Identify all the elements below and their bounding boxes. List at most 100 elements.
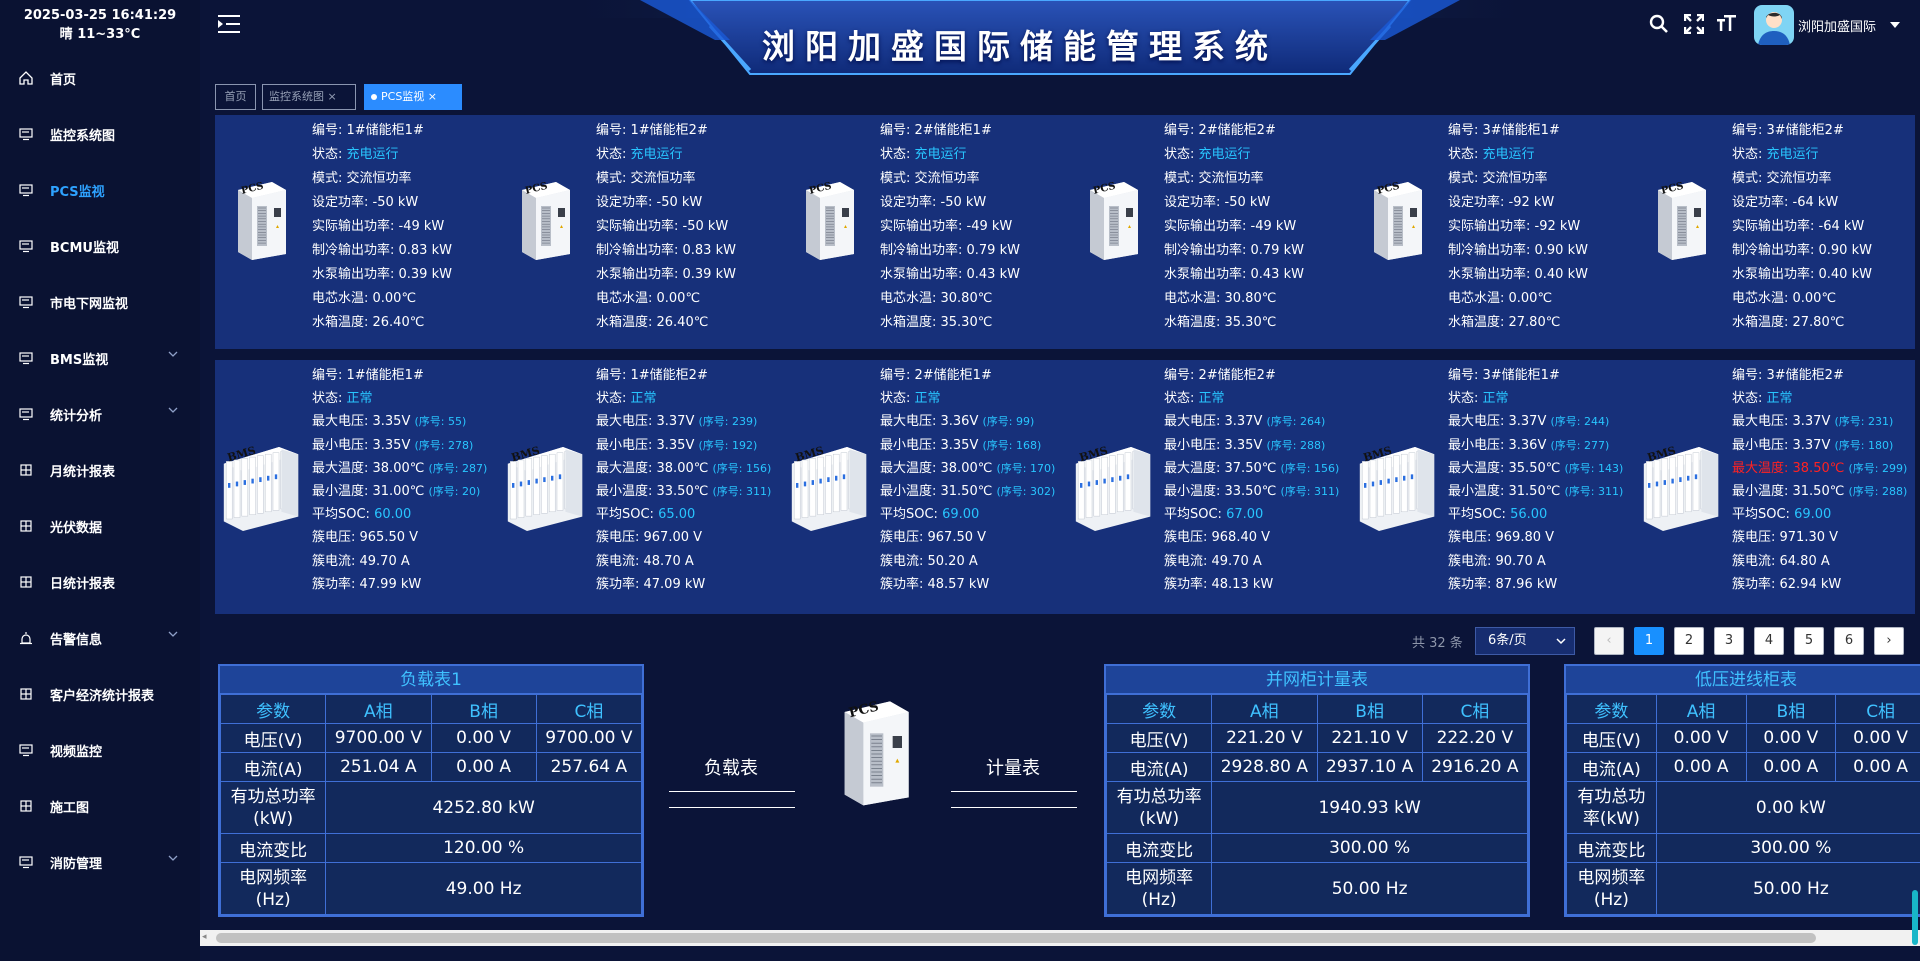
bms-max-temp-label: 最大温度:: [1448, 460, 1509, 476]
meter-cell: 电流(A): [1566, 752, 1657, 782]
meter-cell: 2928.80 A: [1211, 752, 1318, 782]
sidebar-item-8[interactable]: 月统计报表: [0, 450, 200, 490]
vertical-scrollbar-thumb[interactable]: [1912, 890, 1918, 945]
bms-soc-value: 56.00: [1510, 507, 1548, 523]
grid-icon: [18, 518, 34, 534]
bms-status-label: 状态:: [880, 391, 915, 407]
bms-min-temp-seq: (序号: 311): [712, 485, 772, 498]
username[interactable]: 浏阳加盛国际: [1798, 16, 1876, 35]
bms-min-voltage-value: 最小电压: 3.37V: [1732, 437, 1831, 453]
close-icon[interactable]: ×: [428, 90, 437, 103]
menu-collapse-icon[interactable]: [218, 13, 242, 35]
pcs-cool-power: 制冷输出功率: 0.79 kW: [1164, 243, 1304, 258]
prev-page-button[interactable]: ‹: [1594, 627, 1624, 655]
bms-panel: BMS 编号: 1#储能柜1# 状态: 正常 最大电压: 3.35V (序号: 55…: [215, 360, 1915, 614]
pcs-panel: PCS 编号: 1#储能柜1# 状态: 充电运行 模式: 交流恒功率 设定功率: -5…: [215, 115, 1915, 349]
page-button-2[interactable]: 2: [1674, 627, 1704, 655]
bms-card: BMS 编号: 2#储能柜2# 状态: 正常 最大电压: 3.37V (序号: 26…: [1067, 360, 1351, 614]
sidebar-item-13[interactable]: 视频监控: [0, 730, 200, 770]
pcs-mode: 模式: 交流恒功率: [880, 171, 980, 186]
sidebar-item-5[interactable]: 市电下网监视: [0, 282, 200, 322]
meter-header-cell: C相: [535, 694, 643, 724]
meter-freq: 49.00 Hz: [325, 862, 642, 915]
sidebar-item-14[interactable]: 施工图: [0, 786, 200, 826]
sidebar-item-9[interactable]: 光伏数据: [0, 506, 200, 546]
page-button-3[interactable]: 3: [1714, 627, 1744, 655]
pcs-actual-power: 实际输出功率: -50 kW: [596, 219, 729, 234]
meter-total-power-label: 有功总功率(kW): [219, 781, 327, 834]
user-dropdown-icon[interactable]: [1890, 21, 1900, 29]
page-button-5[interactable]: 5: [1794, 627, 1824, 655]
page-size-select[interactable]: 6条/页: [1475, 627, 1575, 655]
meter-cell: 0.00 A: [1835, 752, 1920, 782]
next-page-button[interactable]: ›: [1874, 627, 1904, 655]
monitor-icon: [18, 294, 34, 310]
sidebar-item-label: 首页: [50, 72, 77, 88]
pagination-total: 共 32 条: [1412, 636, 1463, 651]
meter-title: 低压进线柜表: [1566, 666, 1920, 694]
bms-min-temp-seq: (序号: 20): [428, 485, 481, 498]
weather: 晴 11~33°C: [59, 27, 141, 42]
load-meter-label: 负载表: [704, 758, 758, 779]
meter-header-cell: B相: [1745, 694, 1837, 724]
sidebar-item-label: 月统计报表: [50, 464, 116, 480]
sidebar-item-7[interactable]: 统计分析: [0, 394, 200, 434]
bms-status-line: 状态: 正常: [312, 387, 373, 406]
sidebar-item-2[interactable]: 监控系统图: [0, 114, 200, 154]
sidebar-item-label: PCS监视: [50, 184, 105, 200]
avatar[interactable]: [1754, 5, 1794, 45]
bms-max-temp: 最大温度: 35.50℃ (序号: 143): [1448, 457, 1623, 476]
pcs-id: 编号: 3#储能柜2#: [1732, 123, 1844, 138]
search-icon[interactable]: [1649, 14, 1669, 34]
pcs-cabinet-image: PCS: [1082, 180, 1142, 264]
bms-cluster-power: 簇功率: 47.99 kW: [312, 576, 422, 592]
sidebar-item-12[interactable]: 客户经济统计报表: [0, 674, 200, 714]
sidebar-item-3[interactable]: PCS监视: [0, 170, 200, 210]
pcs-actual-power: 实际输出功率: -49 kW: [880, 219, 1013, 234]
tab-home[interactable]: 首页: [215, 84, 256, 110]
bms-min-temp-seq: (序号: 311): [1280, 485, 1340, 498]
page-button-6[interactable]: 6: [1834, 627, 1864, 655]
monitor-icon: [18, 350, 34, 366]
meter-header-cell: A相: [1655, 694, 1747, 724]
scroll-left-arrow[interactable]: ◂: [202, 932, 207, 942]
sidebar-item-4[interactable]: BCMU监视: [0, 226, 200, 266]
bms-status-value: 正常: [1482, 391, 1509, 407]
fullscreen-icon[interactable]: [1684, 14, 1704, 34]
bms-min-temp-value: 最小温度: 31.00℃: [312, 484, 425, 499]
sidebar-item-11[interactable]: 告警信息: [0, 618, 200, 658]
scrollbar-thumb[interactable]: [216, 933, 1816, 943]
monitor-icon: [18, 406, 34, 422]
bms-id: 编号: 1#储能柜1#: [312, 368, 424, 383]
bms-id: 编号: 1#储能柜2#: [596, 368, 708, 383]
bms-max-voltage-value: 最大电压: 3.37V: [1448, 414, 1547, 430]
tab-monitor-system[interactable]: 监控系统图 ×: [262, 84, 356, 110]
tab-pcs-monitor[interactable]: PCS监视 ×: [364, 84, 462, 110]
bms-cluster-power: 簇功率: 48.13 kW: [1164, 576, 1274, 592]
bms-max-temp: 最大温度: 38.00℃ (序号: 156): [596, 457, 771, 476]
datetime-block: 2025-03-25 16:41:29 晴 11~33°C: [0, 0, 200, 44]
font-size-icon[interactable]: [1717, 14, 1737, 34]
sidebar-item-10[interactable]: 日统计报表: [0, 562, 200, 602]
page-button-1[interactable]: 1: [1634, 627, 1664, 655]
meter-header-cell: 参数: [219, 694, 327, 724]
pcs-mode: 模式: 交流恒功率: [1164, 171, 1264, 186]
bms-cluster-current: 簇电流: 90.70 A: [1448, 553, 1546, 569]
bms-soc: 平均SOC: 67.00: [1164, 503, 1263, 522]
sidebar-item-6[interactable]: BMS监视: [0, 338, 200, 378]
pcs-cool-power: 制冷输出功率: 0.90 kW: [1732, 243, 1872, 258]
bms-max-voltage: 最大电压: 3.35V (序号: 55): [312, 410, 466, 429]
bms-status-line: 状态: 正常: [1164, 387, 1225, 406]
meter-freq-label: 电网频率(Hz): [1566, 862, 1657, 915]
meter-cell: 2916.20 A: [1421, 752, 1529, 782]
pcs-set-power: 设定功率: -50 kW: [880, 195, 987, 210]
horizontal-scrollbar[interactable]: ◂: [200, 930, 1920, 946]
sidebar-item-15[interactable]: 消防管理: [0, 842, 200, 882]
page-button-4[interactable]: 4: [1754, 627, 1784, 655]
grid-icon: [18, 686, 34, 702]
header: 浏阳加盛国际储能管理系统: [200, 0, 1920, 80]
sidebar-item-1[interactable]: 首页: [0, 58, 200, 98]
close-icon[interactable]: ×: [328, 90, 337, 103]
meter-cell: 0.00 V: [1655, 723, 1747, 753]
sidebar-item-label: 告警信息: [50, 632, 103, 648]
